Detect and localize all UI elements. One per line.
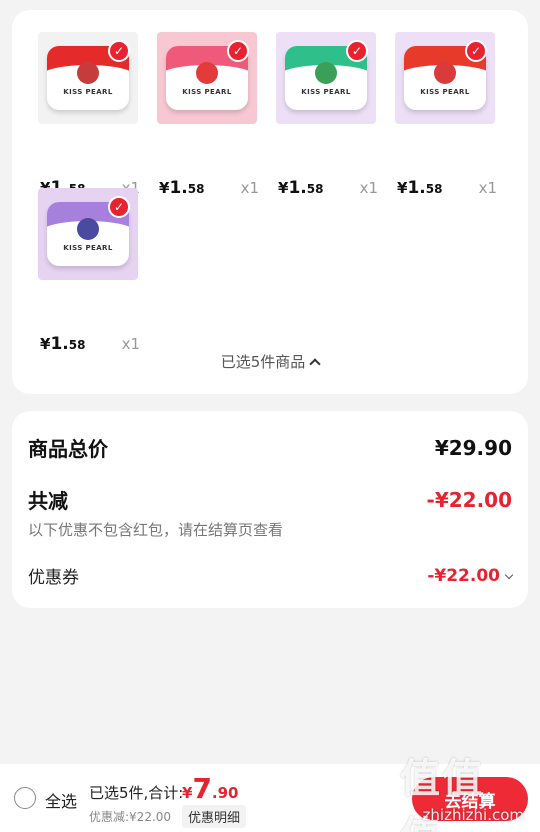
grand-total: ¥7.90 — [182, 772, 239, 805]
fruit-icon — [77, 62, 99, 84]
total-reduction-value: -¥22.00 — [426, 487, 512, 512]
selected-summary-toggle[interactable]: 已选5件商品 — [12, 351, 528, 372]
total-reduction-label: 共减 — [28, 489, 68, 513]
grand-total-int: 7 — [192, 772, 212, 805]
price-int: 1. — [169, 178, 188, 198]
coupon-label: 优惠券 — [28, 568, 79, 588]
total-price-row: 商品总价 ¥29.90 — [28, 433, 512, 462]
select-all-radio[interactable] — [14, 787, 36, 809]
select-all-label[interactable]: 全选 — [45, 788, 77, 812]
selected-check-icon[interactable]: ✓ — [108, 196, 130, 218]
price-int: 1. — [407, 178, 426, 198]
fruit-icon — [77, 218, 99, 240]
chevron-up-icon — [309, 358, 321, 370]
selected-check-icon[interactable]: ✓ — [227, 40, 249, 62]
discount-note: 以下优惠不包含红包，请在结算页查看 — [28, 521, 284, 539]
selected-check-icon[interactable]: ✓ — [346, 40, 368, 62]
fruit-icon — [315, 62, 337, 84]
checkout-button[interactable]: 去结算 — [412, 777, 528, 821]
total-price-label: 商品总价 — [28, 437, 108, 461]
selected-check-icon[interactable]: ✓ — [465, 40, 487, 62]
grand-total-dec: .90 — [211, 784, 239, 802]
fruit-icon — [196, 62, 218, 84]
checkout-bar: 全选 已选5件,合计: ¥7.90 优惠减:¥22.00 优惠明细 去结算 — [0, 764, 540, 832]
product-quantity: x1 — [240, 179, 259, 197]
product-item[interactable]: KISS PEARL ✓ ¥1.58 x1 — [276, 32, 378, 198]
product-thumbnail[interactable]: KISS PEARL ✓ — [276, 32, 376, 124]
tin-brand-text: KISS PEARL — [420, 88, 470, 97]
price-dec: 58 — [306, 182, 324, 196]
discount-amount: 优惠减:¥22.00 — [89, 810, 172, 824]
product-price: ¥1.58 — [397, 178, 442, 198]
coupon-value: -¥22.00 — [427, 565, 500, 586]
price-dec: 58 — [68, 338, 86, 352]
price-dec: 58 — [425, 182, 443, 196]
product-item[interactable]: KISS PEARL ✓ ¥1.58 x1 — [38, 188, 140, 354]
grand-total-currency: ¥ — [182, 784, 193, 802]
product-price: ¥1.58 — [159, 178, 204, 198]
tin-brand-text: KISS PEARL — [63, 88, 113, 97]
selected-check-icon[interactable]: ✓ — [108, 40, 130, 62]
price-summary-card: 商品总价 ¥29.90 共减 -¥22.00 以下优惠不包含红包，请在结算页查看… — [12, 411, 528, 608]
total-price-value: ¥29.90 — [434, 435, 512, 460]
product-thumbnail[interactable]: KISS PEARL ✓ — [38, 188, 138, 280]
price-currency: ¥ — [159, 179, 170, 197]
fruit-icon — [434, 62, 456, 84]
product-quantity: x1 — [478, 179, 497, 197]
total-reduction-row: 共减 -¥22.00 — [28, 485, 512, 514]
product-item[interactable]: KISS PEARL ✓ ¥1.58 x1 — [157, 32, 259, 198]
selected-products-card: KISS PEARL ✓ ¥1.58 x1 KISS PEARL ✓ ¥1.58… — [12, 10, 528, 394]
product-price: ¥1.58 — [278, 178, 323, 198]
product-item[interactable]: KISS PEARL ✓ ¥1.58 x1 — [38, 32, 140, 198]
price-currency: ¥ — [278, 179, 289, 197]
coupon-row[interactable]: 优惠券 -¥22.00 — [28, 563, 514, 588]
price-int: 1. — [288, 178, 307, 198]
discount-detail-button[interactable]: 优惠明细 — [182, 805, 247, 828]
product-thumbnail[interactable]: KISS PEARL ✓ — [38, 32, 138, 124]
chevron-down-icon — [504, 570, 514, 579]
tin-brand-text: KISS PEARL — [63, 244, 113, 253]
tin-brand-text: KISS PEARL — [301, 88, 351, 97]
product-thumbnail[interactable]: KISS PEARL ✓ — [157, 32, 257, 124]
tin-brand-text: KISS PEARL — [182, 88, 232, 97]
selected-count-text: 已选5件,合计: — [89, 784, 184, 802]
product-thumbnail[interactable]: KISS PEARL ✓ — [395, 32, 495, 124]
price-currency: ¥ — [397, 179, 408, 197]
product-quantity: x1 — [359, 179, 378, 197]
price-dec: 58 — [187, 182, 205, 196]
selected-summary-text: 已选5件商品 — [220, 353, 306, 371]
product-item[interactable]: KISS PEARL ✓ ¥1.58 x1 — [395, 32, 497, 198]
